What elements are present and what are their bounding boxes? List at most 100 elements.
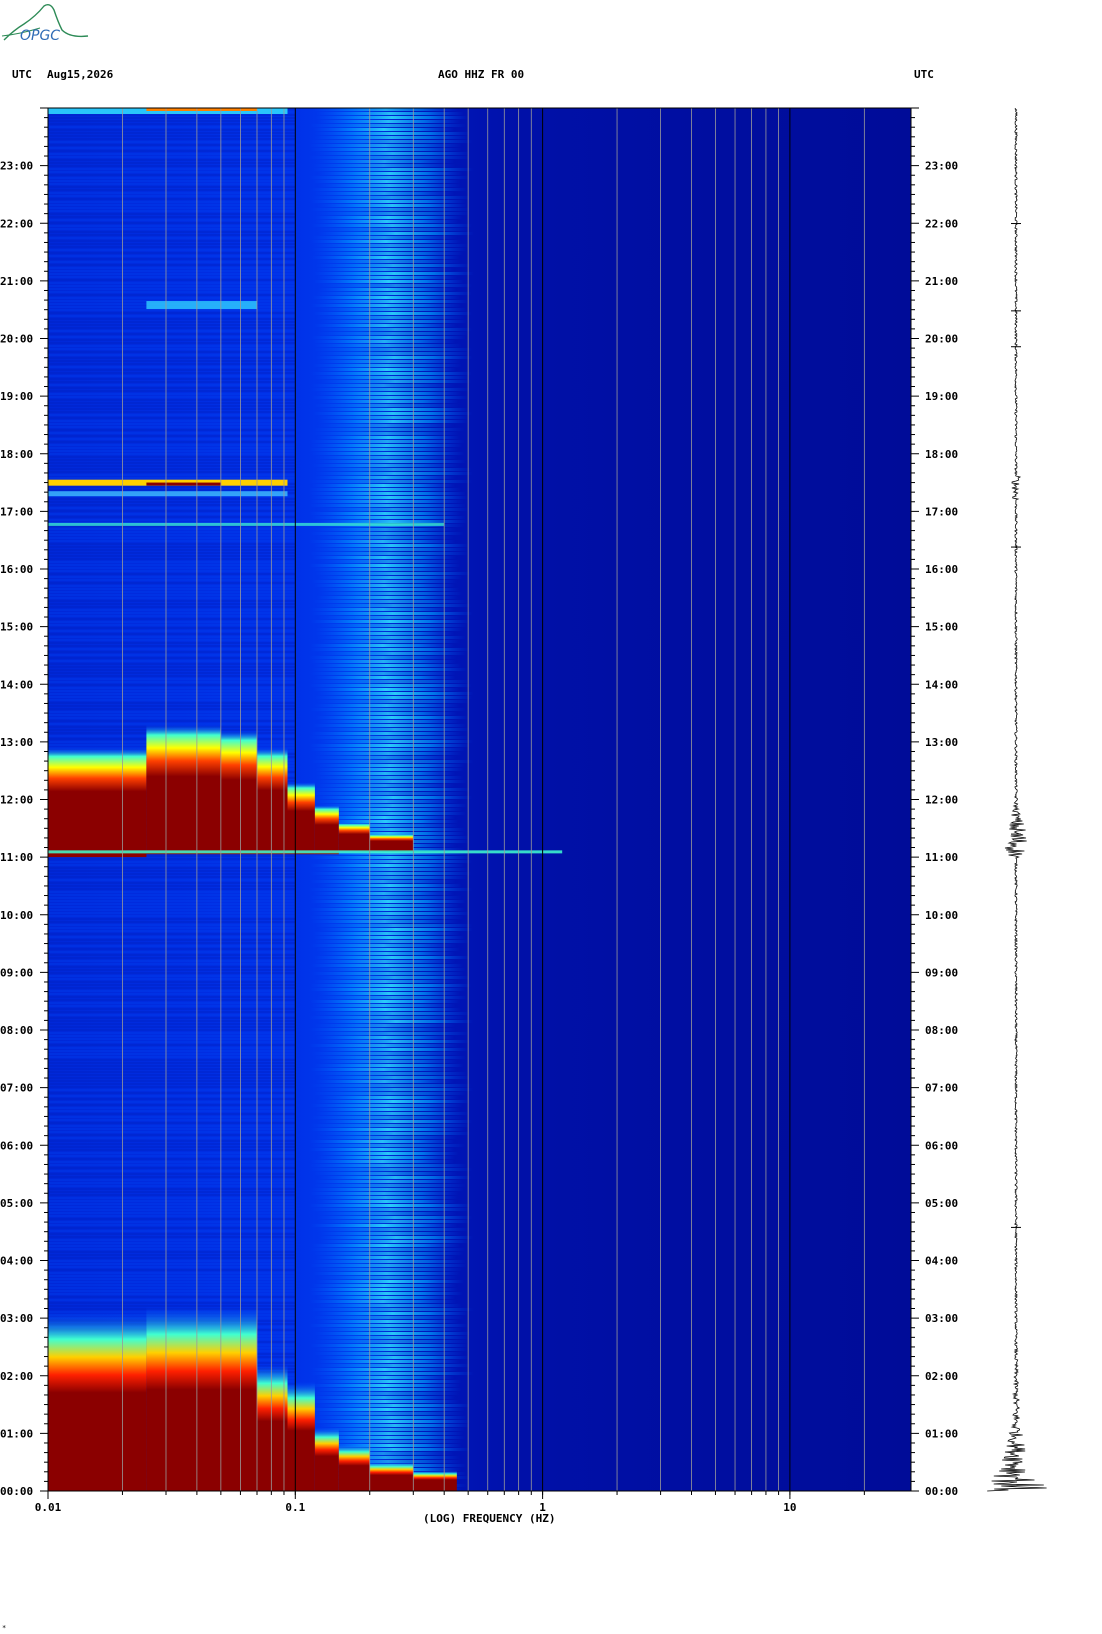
event-energy-block	[287, 782, 315, 855]
noise-stripe	[48, 348, 296, 350]
noise-stripe	[48, 1020, 296, 1022]
noise-stripe	[48, 246, 296, 248]
time-tick-label: 15:00	[0, 621, 33, 634]
microseism-band-row	[309, 1384, 461, 1387]
microseism-band-row	[318, 1240, 470, 1243]
microseism-band-row	[310, 964, 464, 967]
noise-stripe	[48, 1167, 296, 1169]
microseism-band-row	[308, 144, 462, 147]
noise-stripe	[48, 351, 296, 353]
time-tick-label: 14:00	[0, 678, 33, 691]
microseism-band-row	[318, 1424, 471, 1427]
noise-stripe	[48, 1254, 296, 1256]
noise-stripe	[48, 201, 296, 203]
noise-stripe	[48, 231, 296, 233]
microseism-band-row	[313, 1252, 464, 1255]
microseism-band-row	[317, 860, 473, 863]
noise-stripe	[48, 330, 296, 332]
noise-stripe	[48, 873, 296, 875]
microseism-band-row	[313, 428, 465, 431]
noise-stripe	[48, 390, 296, 392]
noise-stripe	[48, 1119, 296, 1121]
microseism-band-row	[309, 684, 473, 687]
noise-stripe	[48, 378, 296, 380]
microseism-band-row	[313, 136, 470, 139]
noise-stripe	[48, 951, 296, 953]
noise-stripe	[48, 1041, 296, 1043]
time-tick-label: 21:00	[925, 275, 958, 288]
noise-stripe	[48, 660, 296, 662]
credit-mark: *	[2, 1624, 7, 1632]
microseism-band-row	[317, 276, 458, 279]
time-tick-label: 20:00	[925, 333, 958, 346]
microseism-band-row	[311, 484, 456, 487]
microseism-band-row	[309, 1204, 471, 1207]
noise-stripe	[48, 897, 296, 899]
noise-stripe	[48, 1236, 296, 1238]
time-tick-label: 01:00	[925, 1427, 958, 1440]
noise-stripe	[48, 534, 296, 536]
noise-stripe	[48, 333, 296, 335]
noise-stripe	[48, 1074, 296, 1076]
noise-stripe	[48, 171, 296, 173]
microseism-band-row	[309, 1164, 468, 1167]
noise-stripe	[48, 708, 296, 710]
noise-stripe	[48, 1128, 296, 1130]
microseism-band-row	[317, 1380, 462, 1383]
noise-stripe	[48, 459, 296, 461]
noise-stripe	[48, 1104, 296, 1106]
microseism-band-row	[311, 248, 467, 251]
noise-stripe	[48, 216, 296, 218]
noise-stripe	[48, 1098, 296, 1100]
time-tick-label: 01:00	[0, 1427, 33, 1440]
time-tick-label: 09:00	[0, 966, 33, 979]
noise-stripe	[48, 1116, 296, 1118]
event-energy-block	[314, 805, 339, 855]
microseism-band-row	[318, 1232, 462, 1235]
noise-stripe	[48, 1212, 296, 1214]
noise-stripe	[48, 612, 296, 614]
microseism-band-row	[315, 300, 469, 303]
noise-stripe	[48, 993, 296, 995]
time-tick-label: 17:00	[925, 505, 958, 518]
frequency-tick-label: 0.01	[35, 1501, 62, 1514]
event-energy-block	[369, 834, 414, 852]
microseism-band-row	[316, 1136, 458, 1139]
microseism-band-row	[318, 1176, 472, 1179]
microseism-band-row	[316, 1320, 459, 1323]
time-tick-label: 11:00	[0, 851, 33, 864]
event-energy-block	[256, 747, 288, 855]
noise-stripe	[48, 357, 296, 359]
noise-stripe	[48, 576, 296, 578]
noise-stripe	[48, 1242, 296, 1244]
microseism-band-row	[316, 120, 461, 123]
noise-stripe	[48, 909, 296, 911]
microseism-band-row	[311, 196, 472, 199]
noise-stripe	[48, 1287, 296, 1289]
noise-stripe	[48, 657, 296, 659]
microseism-band-row	[313, 568, 459, 571]
microseism-band-row	[312, 1284, 457, 1287]
right-time-axis: 00:00 01:00 02:00 03:00 04:00 05:00 06:00 07:00…	[911, 107, 958, 1498]
microseism-band-row	[316, 536, 455, 539]
microseism-band-row	[313, 800, 459, 803]
noise-stripe	[48, 138, 296, 140]
event-energy-block	[146, 1306, 221, 1491]
noise-stripe	[48, 999, 296, 1001]
microseism-band-row	[309, 736, 470, 739]
event-energy-block	[48, 491, 288, 497]
microseism-band-row	[318, 712, 458, 715]
microseism-band-row	[311, 1116, 464, 1119]
microseism-band-row	[310, 1292, 463, 1295]
microseism-band-row	[308, 488, 461, 491]
noise-stripe	[48, 987, 296, 989]
microseism-band-row	[309, 140, 474, 143]
microseism-band-row	[316, 1376, 455, 1379]
microseism-band-row	[316, 112, 464, 115]
noise-stripe	[48, 990, 296, 992]
noise-stripe	[48, 1170, 296, 1172]
noise-stripe	[48, 1200, 296, 1202]
noise-stripe	[48, 891, 296, 893]
noise-stripe	[48, 1050, 296, 1052]
noise-stripe	[48, 1269, 296, 1271]
